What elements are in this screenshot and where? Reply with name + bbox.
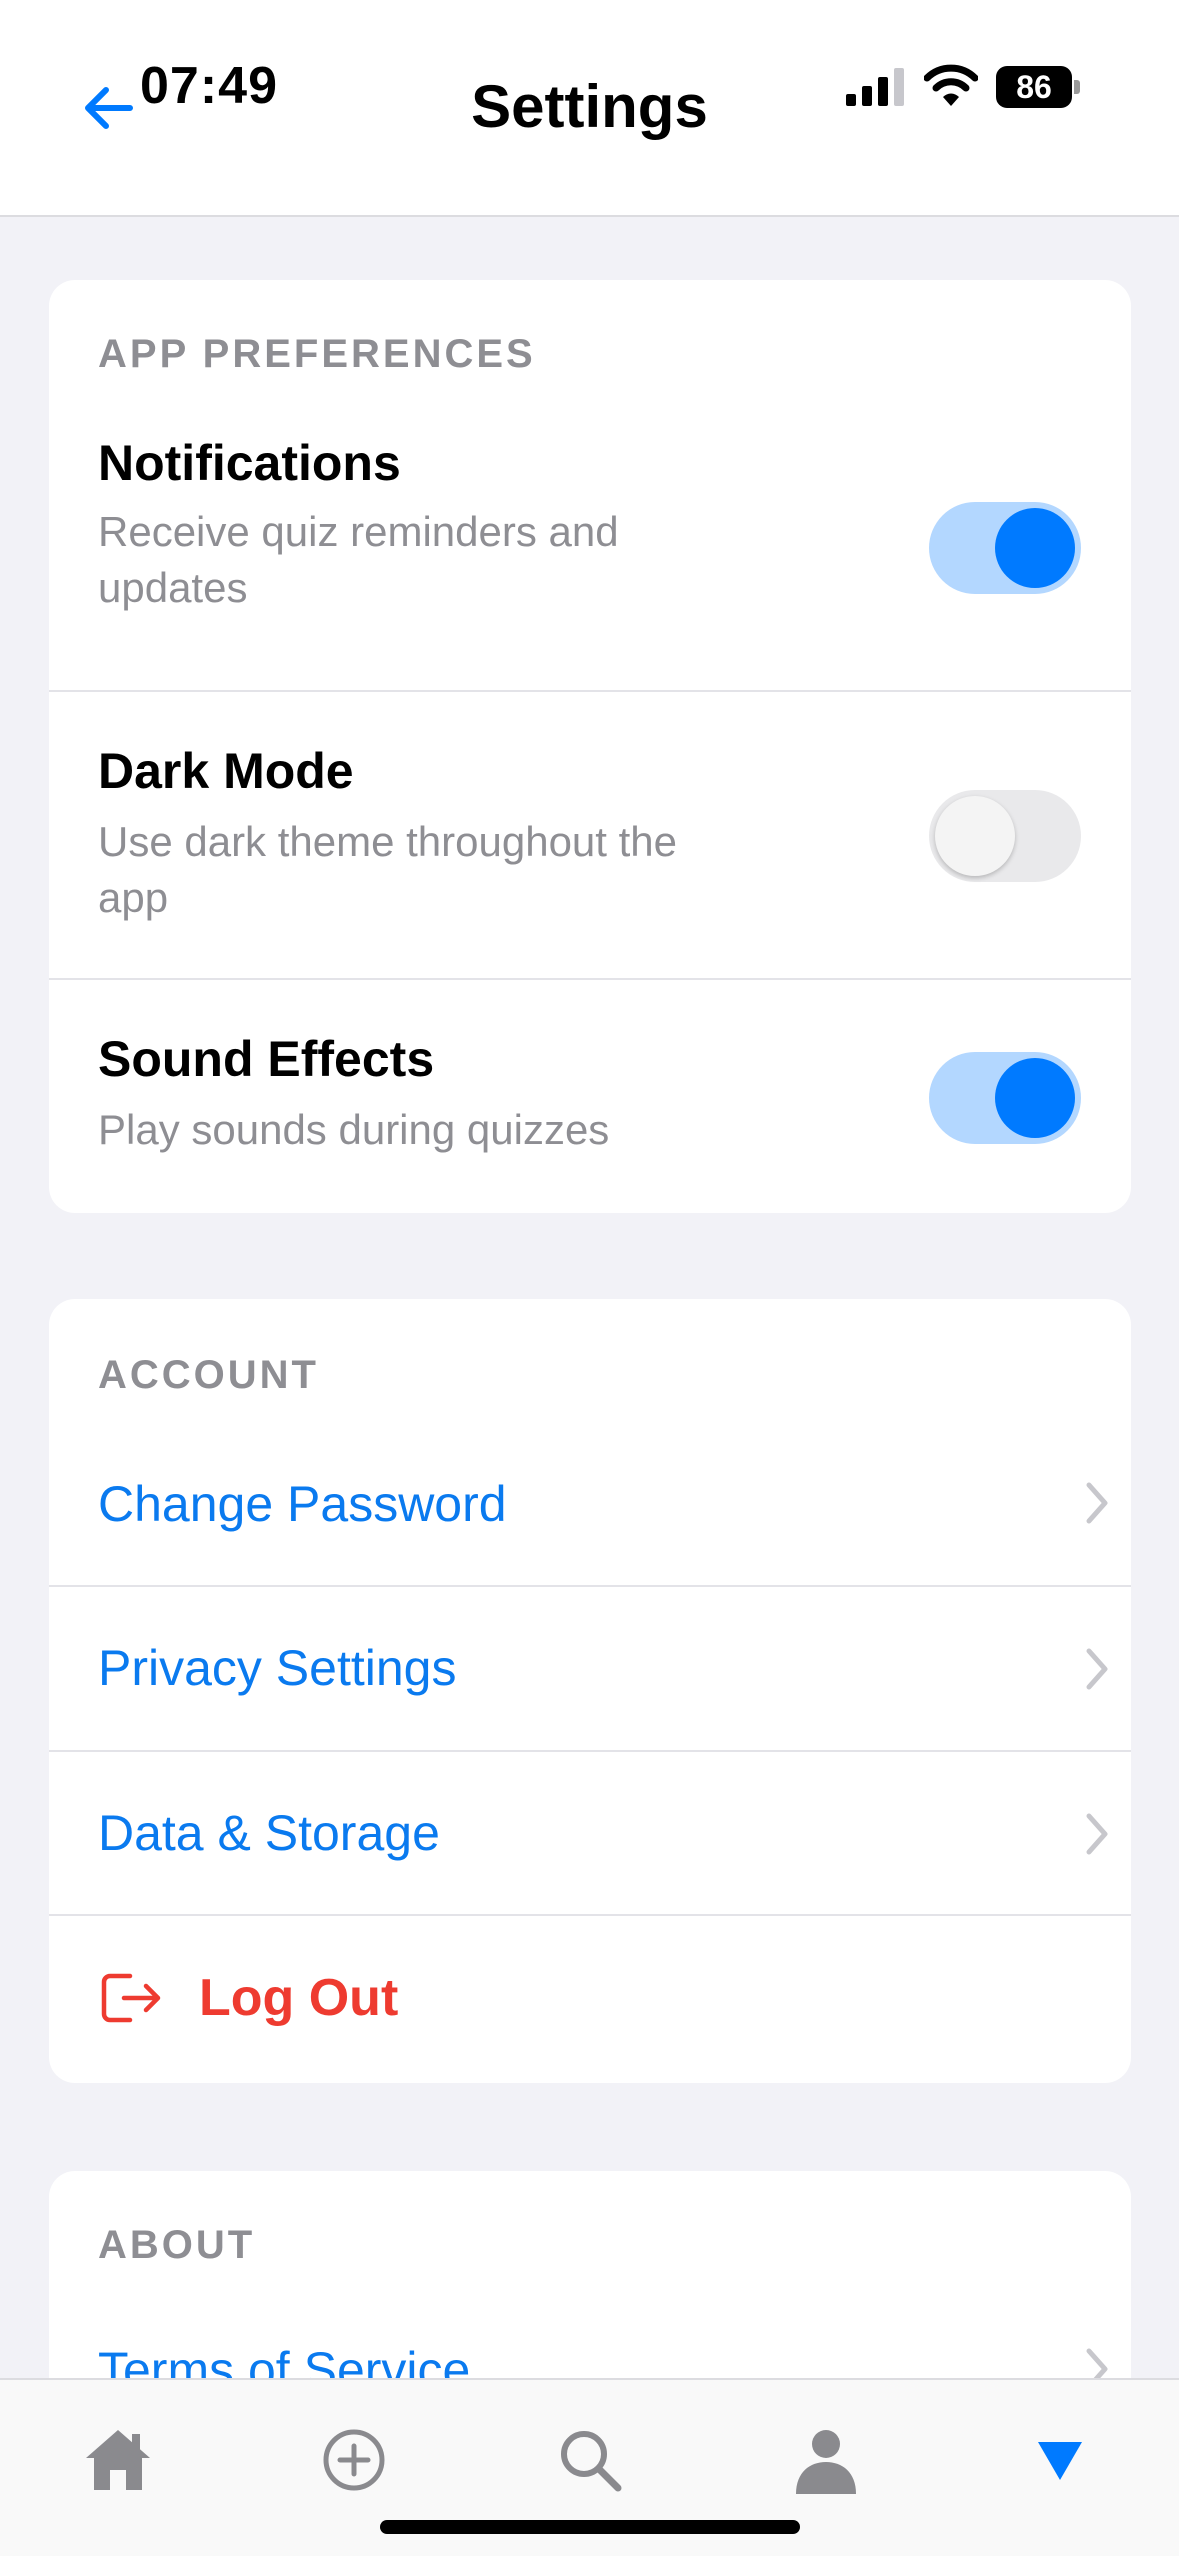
sound-effects-toggle[interactable] — [929, 1052, 1081, 1144]
battery-icon: 86 — [996, 66, 1080, 108]
dark-mode-toggle[interactable] — [929, 790, 1081, 882]
search-icon[interactable] — [554, 2424, 626, 2496]
logout-button[interactable]: Log Out — [199, 1968, 398, 2028]
subtitle-line: Play sounds during quizzes — [98, 1106, 610, 1153]
logout-icon — [101, 1973, 161, 2023]
home-icon[interactable] — [82, 2424, 154, 2496]
setting-subtitle: Receive quiz reminders and updates — [98, 504, 838, 616]
header: 07:49 Settings 86 — [0, 0, 1179, 217]
setting-row-dark-mode: Dark Mode Use dark theme throughout the … — [49, 692, 1131, 982]
notifications-toggle[interactable] — [929, 502, 1081, 594]
setting-subtitle: Use dark theme throughout the app — [98, 814, 838, 926]
account-card: ACCOUNT Change Password Privacy Settings… — [49, 1299, 1131, 2083]
subtitle-line: app — [98, 874, 169, 921]
section-header-about: ABOUT — [98, 2223, 256, 2267]
toggle-knob — [995, 1058, 1075, 1138]
battery-cap — [1074, 80, 1080, 94]
privacy-settings-link[interactable]: Privacy Settings — [98, 1639, 456, 1697]
toggle-knob — [935, 796, 1015, 876]
change-password-link[interactable]: Change Password — [98, 1475, 507, 1533]
setting-subtitle: Play sounds during quizzes — [98, 1102, 838, 1158]
account-row-privacy-settings[interactable]: Privacy Settings — [49, 1587, 1131, 1750]
setting-title: Sound Effects — [98, 1031, 435, 1087]
dropdown-triangle-icon[interactable] — [1024, 2424, 1096, 2496]
account-row-data-storage[interactable]: Data & Storage — [49, 1752, 1131, 1914]
subtitle-line: Use dark theme throughout the — [98, 818, 678, 865]
app-preferences-card: APP PREFERENCES Notifications Receive qu… — [49, 280, 1131, 1213]
chevron-right-icon — [1086, 1482, 1108, 1524]
data-storage-link[interactable]: Data & Storage — [98, 1804, 440, 1862]
logout-row[interactable]: Log Out — [49, 1916, 1131, 2083]
profile-icon[interactable] — [790, 2424, 862, 2496]
add-circle-icon[interactable] — [318, 2424, 390, 2496]
setting-row-sound-effects: Sound Effects Play sounds during quizzes — [49, 980, 1131, 1213]
setting-row-notifications: Notifications Receive quiz reminders and… — [49, 410, 1131, 611]
toggle-knob — [995, 508, 1075, 588]
section-header-app-preferences: APP PREFERENCES — [98, 332, 536, 376]
subtitle-line: updates — [98, 564, 248, 611]
account-row-change-password[interactable]: Change Password — [49, 1419, 1131, 1584]
cellular-signal-icon — [846, 68, 904, 106]
settings-screen: 07:49 Settings 86 APP PREFERENCES Notifi… — [0, 0, 1179, 2556]
battery-level: 86 — [996, 66, 1072, 108]
setting-title: Notifications — [98, 435, 401, 491]
chevron-right-icon — [1086, 1813, 1108, 1855]
home-indicator — [380, 2520, 800, 2534]
setting-title: Dark Mode — [98, 743, 354, 799]
chevron-right-icon — [1086, 1648, 1108, 1690]
wifi-icon — [924, 64, 978, 106]
section-header-account: ACCOUNT — [98, 1353, 319, 1397]
subtitle-line: Receive quiz reminders and — [98, 508, 619, 555]
